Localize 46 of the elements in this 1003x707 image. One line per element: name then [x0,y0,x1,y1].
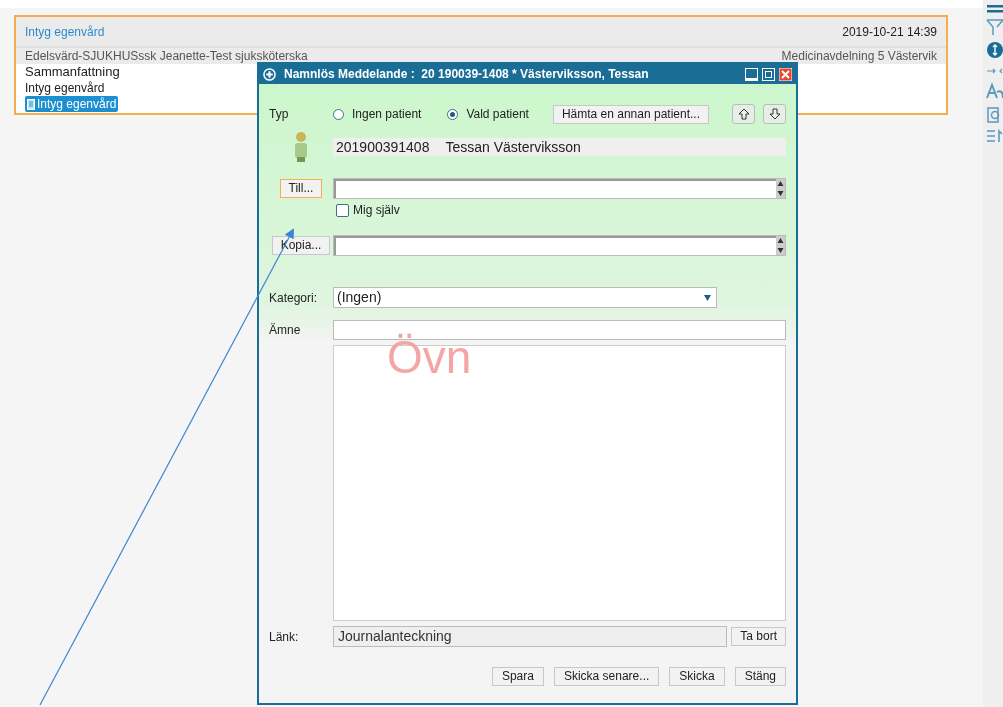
patient-name: Tessan Västerviksson [445,137,581,157]
patient-id: 201900391408 [336,137,430,157]
myself-label: Mig själv [353,202,400,219]
record-item[interactable]: Sammanfattning [25,64,120,79]
dialog-button[interactable]: Skicka [669,667,725,686]
filter-icon[interactable] [983,18,1003,36]
author-text: Edelsvärd-SJUKHUSssk Jeanette-Test sjuksköterska [25,48,308,65]
person-icon [292,131,310,163]
radio-button[interactable] [333,108,344,120]
close-button[interactable] [779,67,792,81]
text-style-icon[interactable] [983,82,1003,100]
spinner-icon [776,236,785,255]
myself-checkbox[interactable] [336,203,349,217]
dialog-button[interactable]: Stäng [734,667,786,686]
to-button[interactable]: Till... [279,179,323,198]
timestamp: 2019-10-21 14:39 [842,23,937,41]
category-label: Kategori: [269,289,319,307]
up-button[interactable] [732,104,755,124]
down-arrow-icon [768,108,781,120]
dropdown-caret-icon [704,294,711,301]
link-field: Journalanteckning [333,626,728,647]
document-icon [27,98,35,110]
recipient-field[interactable] [333,178,786,199]
radio-label: Vald patient [466,106,529,123]
record-item[interactable]: Intyg egenvård [25,96,119,112]
dialog-title: Namnlös Meddelande : 20 190039-1408 * Västerviksson, Tessan [284,66,649,83]
remove-button[interactable]: Ta bort [731,627,786,646]
type-label: Typ [269,106,290,123]
record-item[interactable]: Intyg egenvård [25,81,105,95]
dialog-button[interactable]: Skicka senare... [553,667,660,686]
link-label: Länk: [269,628,300,646]
practice-watermark: Övn [387,334,472,380]
radio-button[interactable] [447,108,459,120]
spinner-icon [776,179,785,198]
minimize-button[interactable] [745,67,758,81]
copy-field[interactable] [333,235,786,256]
radio-label: Ingen patient [352,106,422,123]
department-text: Medicinavdelning 5 Västervik [781,48,937,65]
fetch-patient-button[interactable]: Hämta en annan patient... [552,104,709,124]
down-button[interactable] [763,104,786,124]
up-arrow-icon [737,108,750,120]
category-dropdown[interactable]: (Ingen) [333,287,717,308]
dialog-button[interactable]: Spara [491,667,544,686]
plus-circle-icon [263,67,276,81]
subject-label: Ämne [269,322,302,339]
maximize-button[interactable] [762,67,775,81]
